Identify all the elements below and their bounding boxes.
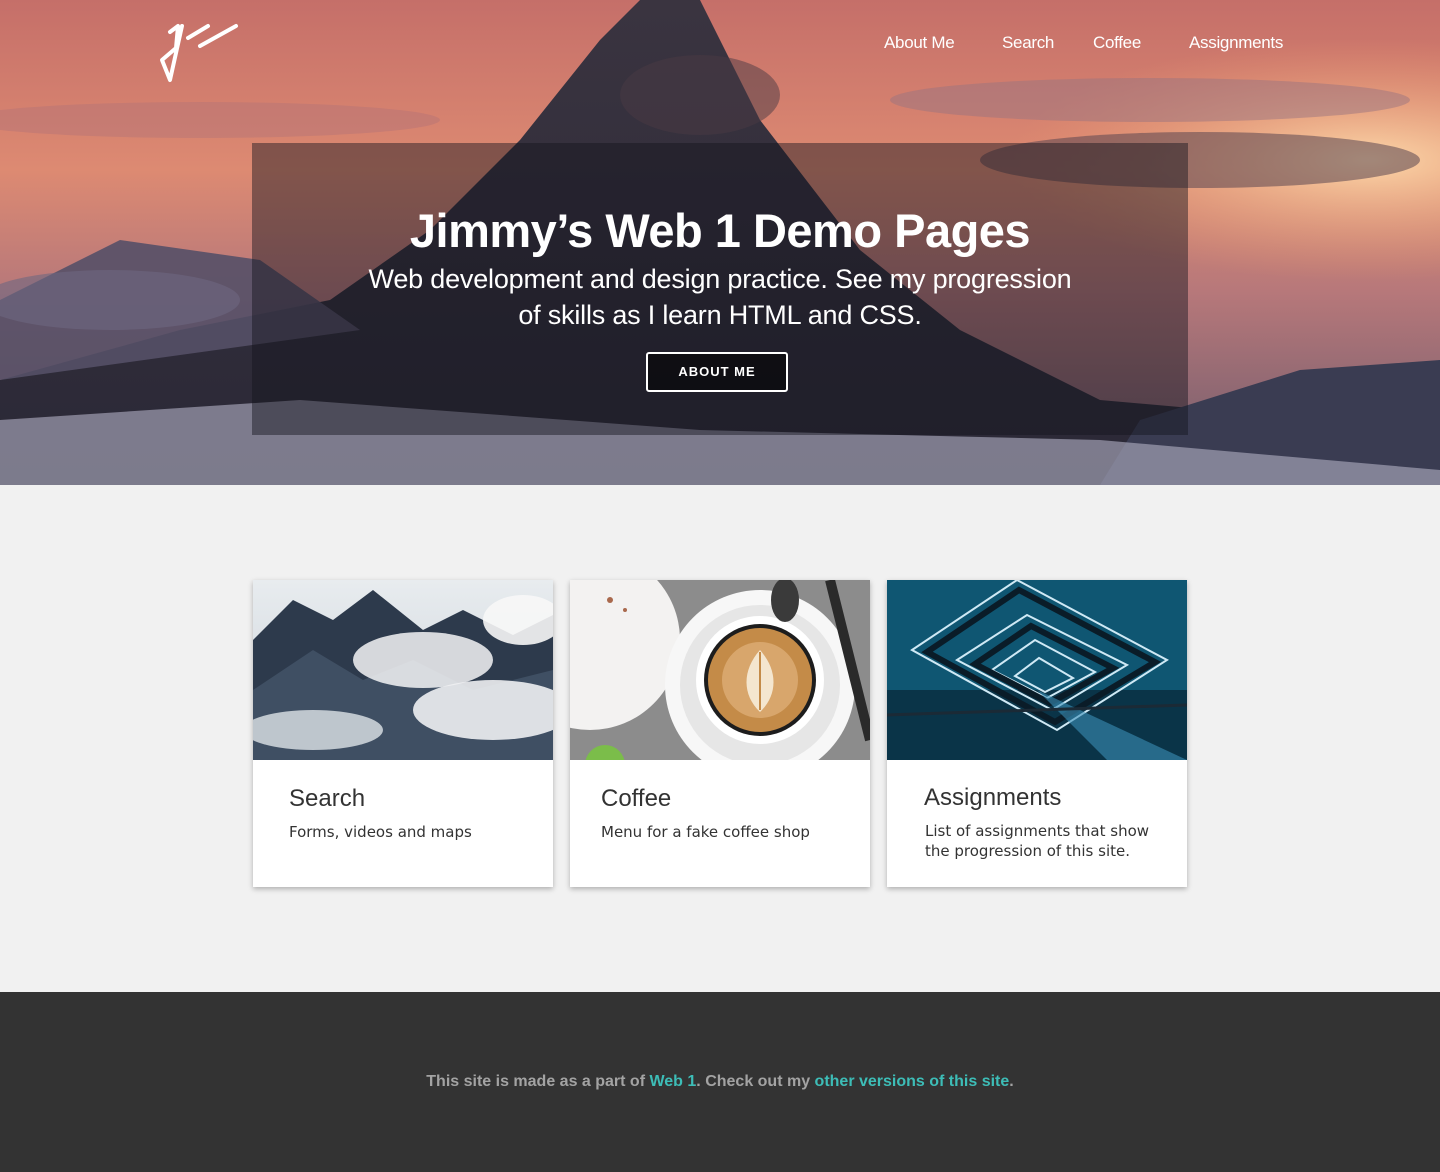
footer-text-after: . [1009, 1073, 1014, 1090]
about-me-button[interactable]: ABOUT ME [646, 352, 788, 392]
nav-link-assignments[interactable]: Assignments [1189, 33, 1283, 53]
hero-section: About Me Search Coffee Assignments Jimmy… [0, 0, 1440, 485]
card-assignments-image [887, 580, 1187, 760]
footer-link-web1[interactable]: Web 1 [649, 1073, 696, 1090]
card-search-image [253, 580, 553, 760]
hero-subtitle: Web development and design practice. See… [350, 261, 1090, 333]
card-assignments[interactable]: Assignments List of assignments that sho… [887, 580, 1187, 887]
card-search-title: Search [289, 785, 366, 812]
card-search[interactable]: Search Forms, videos and maps [253, 580, 553, 887]
nav-link-search[interactable]: Search [1002, 33, 1054, 53]
hero-title: Jimmy’s Web 1 Demo Pages [409, 204, 1031, 257]
hero-overlay-panel: Jimmy’s Web 1 Demo Pages Web development… [252, 143, 1188, 435]
footer-text-middle: . Check out my [696, 1073, 815, 1090]
site-footer: This site is made as a part of Web 1. Ch… [0, 992, 1440, 1172]
hero-subtitle-line-2: of skills as I learn HTML and CSS. [518, 300, 922, 330]
nav-link-coffee[interactable]: Coffee [1093, 33, 1141, 53]
site-logo-icon[interactable] [152, 20, 242, 86]
card-search-description: Forms, videos and maps [289, 823, 472, 841]
footer-text: This site is made as a part of Web 1. Ch… [0, 1073, 1440, 1091]
hero-subtitle-line-1: Web development and design practice. See… [368, 264, 1072, 294]
card-coffee-image [570, 580, 870, 760]
card-coffee[interactable]: Coffee Menu for a fake coffee shop [570, 580, 870, 887]
footer-text-before: This site is made as a part of [426, 1073, 650, 1090]
card-coffee-description: Menu for a fake coffee shop [601, 823, 810, 841]
nav-link-about-me[interactable]: About Me [884, 33, 955, 53]
card-assignments-title: Assignments [924, 784, 1062, 811]
footer-link-other-versions[interactable]: other versions of this site [815, 1073, 1010, 1090]
card-assignments-description: List of assignments that show the progre… [925, 822, 1150, 860]
card-coffee-title: Coffee [601, 785, 672, 812]
cards-section: Search Forms, videos and maps Coffee Men… [0, 485, 1440, 992]
